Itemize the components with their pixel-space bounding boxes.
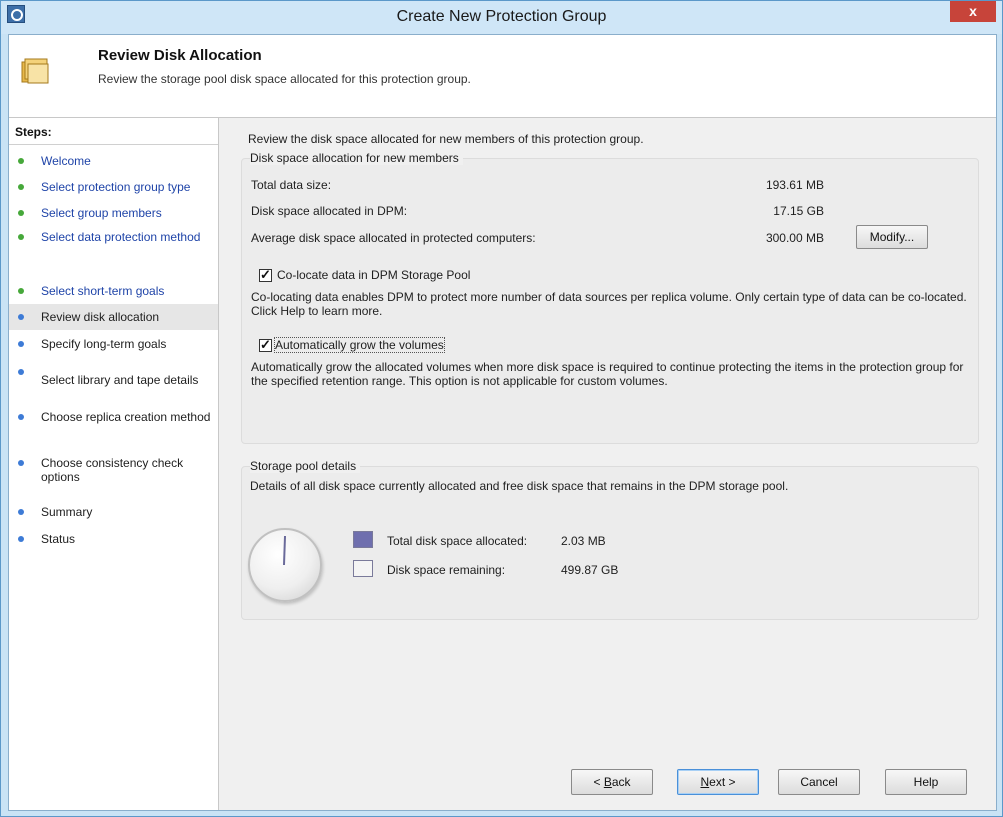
intro-text: Review the disk space allocated for new … bbox=[248, 132, 644, 146]
allocated-slice-line bbox=[283, 535, 287, 566]
step-select-short-term-goals[interactable]: Select short-term goals bbox=[9, 284, 218, 302]
storage-pool-group: Storage pool details Details of all disk… bbox=[241, 459, 979, 620]
allocation-group: Disk space allocation for new members To… bbox=[241, 151, 979, 444]
page-subtitle: Review the storage pool disk space alloc… bbox=[98, 72, 471, 86]
allocated-color-swatch bbox=[353, 531, 373, 548]
step-label: Select protection group type bbox=[41, 180, 191, 194]
dpm-allocated-value: 17.15 GB bbox=[773, 204, 824, 218]
title-bar: Create New Protection Group x bbox=[1, 1, 1002, 34]
step-complete-icon bbox=[18, 210, 24, 216]
cancel-button[interactable]: Cancel bbox=[778, 769, 860, 795]
next-button[interactable]: Next > bbox=[677, 769, 759, 795]
allocation-group-title: Disk space allocation for new members bbox=[250, 151, 463, 165]
page-title: Review Disk Allocation bbox=[98, 47, 262, 64]
step-select-group-members[interactable]: Select group members bbox=[9, 206, 218, 224]
step-complete-icon bbox=[18, 234, 24, 240]
step-status: Status bbox=[9, 532, 218, 550]
step-label: Choose replica creation method bbox=[41, 410, 211, 424]
step-pending-icon bbox=[18, 369, 24, 375]
step-pending-icon bbox=[18, 509, 24, 515]
step-pending-icon bbox=[18, 460, 24, 466]
step-select-protection-group-type[interactable]: Select protection group type bbox=[9, 180, 218, 198]
remaining-color-swatch bbox=[353, 560, 373, 577]
step-label: Welcome bbox=[41, 154, 91, 168]
total-data-size-value: 193.61 MB bbox=[765, 178, 824, 192]
help-button[interactable]: Help bbox=[885, 769, 967, 795]
modify-button[interactable]: Modify... bbox=[856, 225, 928, 249]
step-pending-icon bbox=[18, 536, 24, 542]
step-select-library-and-tape-details: Select library and tape details bbox=[9, 365, 218, 393]
page-header: Review Disk Allocation Review the storag… bbox=[9, 35, 996, 118]
step-label: Status bbox=[41, 532, 76, 546]
step-complete-icon bbox=[18, 288, 24, 294]
colocate-description: Co-locating data enables DPM to protect … bbox=[251, 290, 967, 318]
step-welcome[interactable]: Welcome bbox=[9, 154, 218, 172]
step-choose-replica-creation-method: Choose replica creation method bbox=[9, 410, 218, 442]
steps-panel: Steps: Welcome Select protection group t… bbox=[9, 118, 219, 810]
steps-divider bbox=[9, 144, 218, 145]
back-button[interactable]: < Back bbox=[571, 769, 653, 795]
step-complete-icon bbox=[18, 158, 24, 164]
step-label: Summary bbox=[41, 505, 93, 519]
folder-icon bbox=[21, 58, 49, 84]
storage-pool-description: Details of all disk space currently allo… bbox=[250, 479, 789, 493]
colocate-checkbox[interactable] bbox=[259, 267, 272, 283]
dpm-allocated-label: Disk space allocated in DPM: bbox=[251, 204, 408, 218]
remaining-value: 499.87 GB bbox=[561, 563, 619, 577]
autogrow-checkbox[interactable] bbox=[259, 337, 272, 353]
allocated-label: Total disk space allocated: bbox=[387, 534, 528, 548]
step-pending-icon bbox=[18, 414, 24, 420]
colocate-label[interactable]: Co-locate data in DPM Storage Pool bbox=[277, 268, 470, 282]
autogrow-label[interactable]: Automatically grow the volumes bbox=[274, 337, 445, 353]
window-title: Create New Protection Group bbox=[396, 8, 607, 25]
step-label: Specify long-term goals bbox=[41, 337, 167, 351]
remaining-label: Disk space remaining: bbox=[387, 563, 506, 577]
step-label: Review disk allocation bbox=[41, 310, 160, 324]
allocated-value: 2.03 MB bbox=[561, 534, 606, 548]
protected-computers-allocated-value: 300.00 MB bbox=[765, 231, 824, 245]
storage-pool-pie-chart bbox=[248, 528, 322, 602]
step-pending-icon bbox=[18, 341, 24, 347]
step-specify-long-term-goals: Specify long-term goals bbox=[9, 337, 218, 355]
close-button[interactable]: x bbox=[950, 1, 996, 22]
step-label: Select group members bbox=[41, 206, 162, 220]
step-label: Select library and tape details bbox=[41, 373, 199, 387]
storage-pool-group-title: Storage pool details bbox=[250, 459, 361, 473]
protected-computers-allocated-label: Average disk space allocated in protecte… bbox=[251, 231, 536, 245]
step-choose-consistency-check-options: Choose consistency check options bbox=[9, 456, 218, 488]
step-label: Select short-term goals bbox=[41, 284, 165, 298]
autogrow-description: Automatically grow the allocated volumes… bbox=[251, 360, 964, 388]
step-label: Choose consistency check options bbox=[41, 456, 184, 484]
dialog-window: Create New Protection Group x Review Dis… bbox=[0, 0, 1003, 817]
step-current-icon bbox=[18, 314, 24, 320]
step-complete-icon bbox=[18, 184, 24, 190]
step-label: Select data protection method bbox=[41, 230, 201, 244]
total-data-size-label: Total data size: bbox=[251, 178, 332, 192]
step-summary: Summary bbox=[9, 505, 218, 523]
steps-title: Steps: bbox=[15, 125, 52, 139]
step-review-disk-allocation: Review disk allocation bbox=[9, 304, 218, 330]
dialog-body: Review Disk Allocation Review the storag… bbox=[8, 34, 997, 811]
step-select-data-protection-method[interactable]: Select data protection method bbox=[9, 230, 218, 262]
